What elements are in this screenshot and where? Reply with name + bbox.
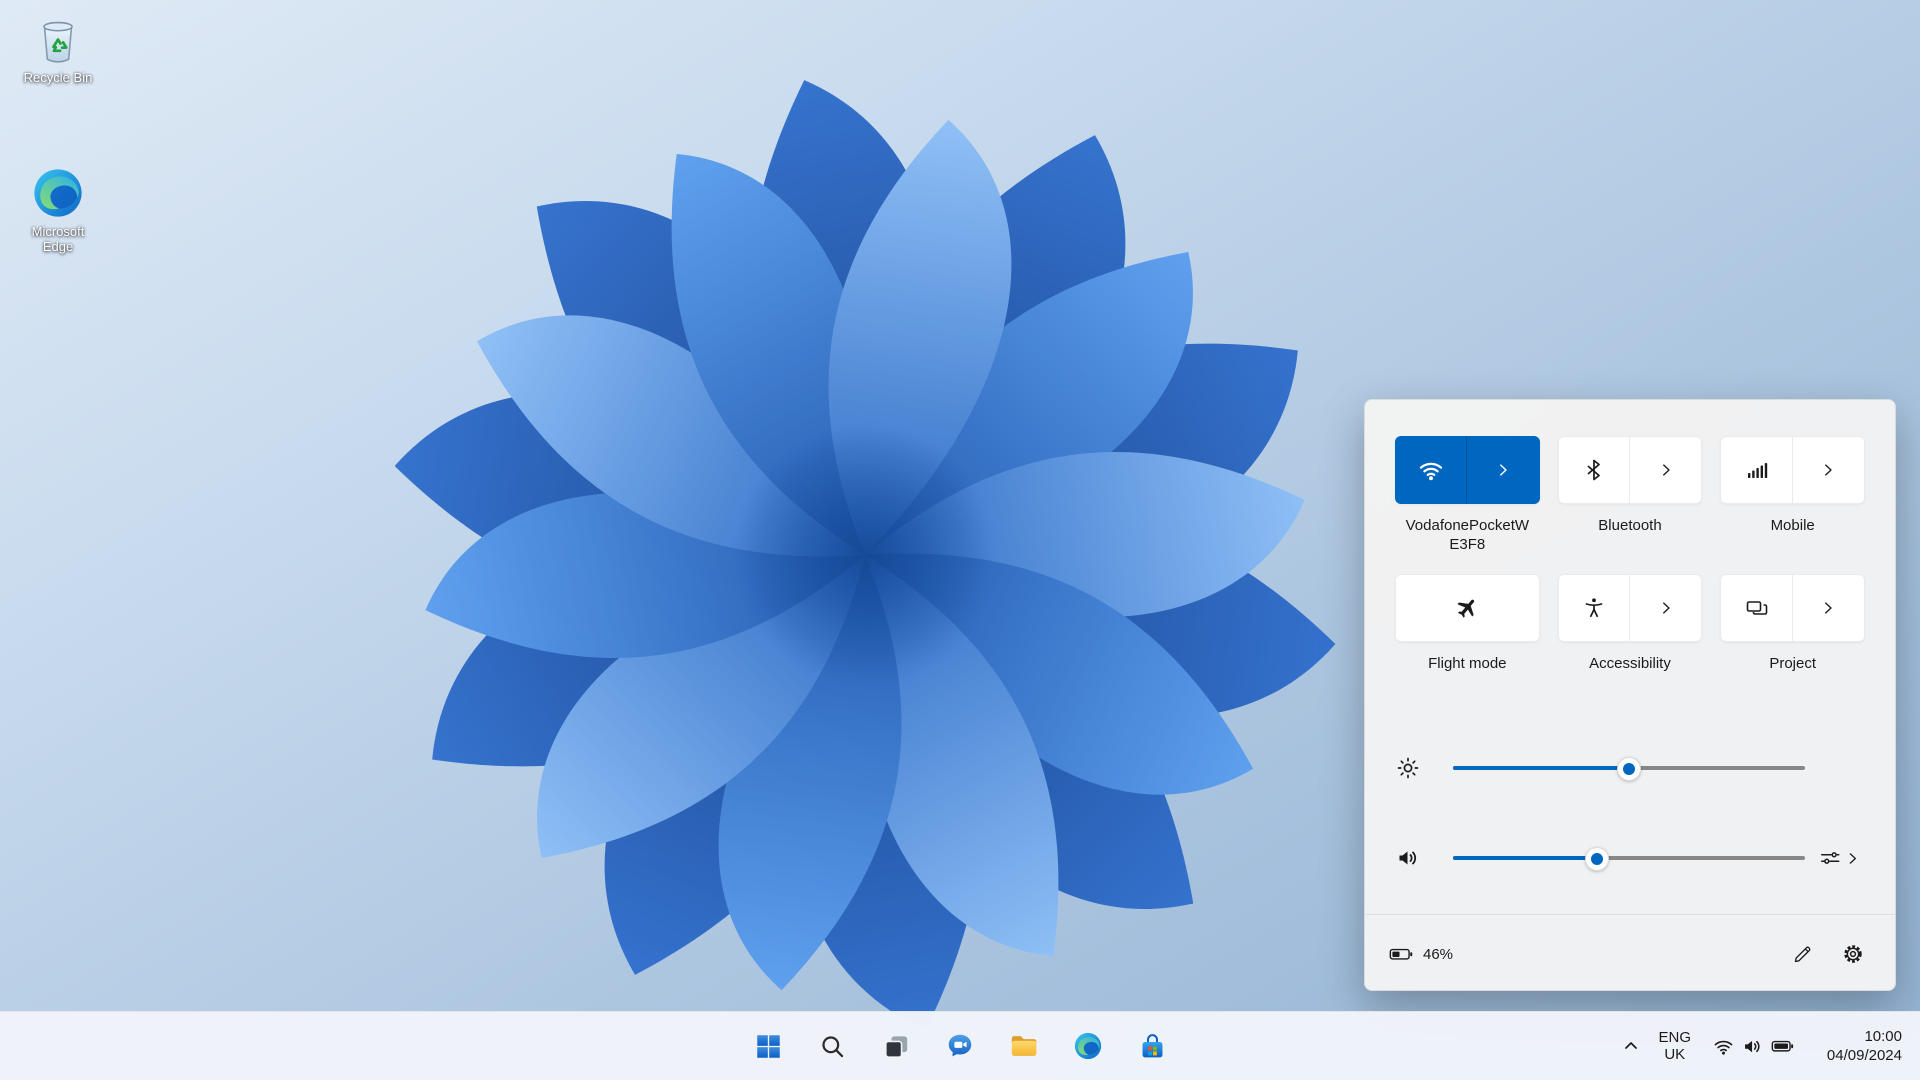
recycle-bin-icon xyxy=(31,12,85,66)
quick-setting-accessibility: Accessibility xyxy=(1558,574,1703,700)
chevron-right-icon xyxy=(1657,461,1675,479)
audio-output-icon xyxy=(1819,847,1841,869)
battery-percent-label: 46% xyxy=(1423,946,1453,963)
wifi-expand-button[interactable] xyxy=(1466,437,1538,503)
quick-settings-tiles: VodafonePocketW E3F8 Bluetooth xyxy=(1395,436,1865,700)
chat-icon xyxy=(945,1031,975,1061)
accessibility-tile xyxy=(1558,574,1703,642)
wifi-icon xyxy=(1418,457,1444,483)
wallpaper-bloom xyxy=(330,50,1400,1060)
accessibility-icon xyxy=(1582,596,1606,620)
project-button[interactable] xyxy=(1721,575,1791,641)
date-label: 04/09/2024 xyxy=(1814,1046,1902,1065)
desktop-icon-label: Microsoft Edge xyxy=(23,224,93,254)
desktop-icon-recycle-bin[interactable]: Recycle Bin xyxy=(10,12,106,85)
brightness-slider[interactable] xyxy=(1453,754,1805,782)
bluetooth-toggle-button[interactable] xyxy=(1559,437,1629,503)
chat-button[interactable] xyxy=(937,1023,983,1069)
flight-mode-tile-label: Flight mode xyxy=(1395,654,1540,700)
language-line1: ENG xyxy=(1658,1029,1691,1046)
edge-icon xyxy=(31,166,85,220)
wifi-toggle-button[interactable] xyxy=(1396,437,1466,503)
wifi-icon xyxy=(1713,1036,1734,1057)
brightness-icon xyxy=(1396,756,1420,780)
quick-setting-wifi: VodafonePocketW E3F8 xyxy=(1395,436,1540,562)
quick-setting-mobile: Mobile xyxy=(1720,436,1865,562)
microsoft-store-button[interactable] xyxy=(1129,1023,1175,1069)
start-button[interactable] xyxy=(745,1023,791,1069)
chevron-right-icon xyxy=(1657,599,1675,617)
search-icon xyxy=(819,1033,846,1060)
volume-icon xyxy=(1396,846,1420,870)
flight-mode-tile[interactable] xyxy=(1395,574,1540,642)
mobile-tile-label: Mobile xyxy=(1720,516,1865,562)
language-line2: UK xyxy=(1658,1046,1691,1063)
airplane-icon xyxy=(1455,596,1479,620)
clock[interactable]: 10:00 04/09/2024 xyxy=(1806,1023,1910,1069)
taskbar-center xyxy=(745,1012,1175,1080)
battery-status[interactable]: 46% xyxy=(1389,943,1453,965)
brightness-thumb[interactable] xyxy=(1617,757,1641,781)
search-button[interactable] xyxy=(809,1023,855,1069)
microsoft-store-icon xyxy=(1138,1032,1167,1061)
wifi-tile xyxy=(1395,436,1540,504)
chevron-right-icon xyxy=(1819,461,1837,479)
pencil-icon xyxy=(1793,944,1813,964)
edge-icon xyxy=(1073,1031,1103,1061)
edge-button[interactable] xyxy=(1065,1023,1111,1069)
audio-output-selector[interactable] xyxy=(1819,847,1865,869)
wifi-tile-label: VodafonePocketW E3F8 xyxy=(1395,516,1540,562)
system-tray: ENG UK 10:00 04/09/2024 xyxy=(1614,1012,1910,1080)
task-view-icon xyxy=(883,1033,910,1060)
bluetooth-tile-label: Bluetooth xyxy=(1558,516,1703,562)
chevron-right-icon xyxy=(1844,850,1861,867)
quick-settings-tray-button[interactable] xyxy=(1701,1023,1806,1069)
quick-settings-footer: 46% xyxy=(1365,914,1895,993)
mobile-tile xyxy=(1720,436,1865,504)
bluetooth-icon xyxy=(1582,458,1606,482)
quick-settings-panel: VodafonePocketW E3F8 Bluetooth xyxy=(1364,399,1896,991)
gear-icon xyxy=(1842,943,1864,965)
task-view-button[interactable] xyxy=(873,1023,919,1069)
time-label: 10:00 xyxy=(1814,1027,1902,1046)
quick-setting-flight-mode: Flight mode xyxy=(1395,574,1540,700)
flight-mode-toggle-button[interactable] xyxy=(1396,575,1539,641)
brightness-fill xyxy=(1453,766,1629,770)
volume-fill xyxy=(1453,856,1597,860)
windows-logo-icon xyxy=(755,1033,782,1060)
accessibility-tile-label: Accessibility xyxy=(1558,654,1703,700)
volume-row xyxy=(1395,844,1865,872)
edit-quick-settings-button[interactable] xyxy=(1783,936,1823,972)
volume-thumb[interactable] xyxy=(1585,847,1609,871)
cellular-icon xyxy=(1745,458,1769,482)
project-icon xyxy=(1745,596,1769,620)
desktop-icon-label: Recycle Bin xyxy=(10,70,106,85)
mobile-toggle-button[interactable] xyxy=(1721,437,1791,503)
taskbar: ENG UK 10:00 04/09/2024 xyxy=(0,1011,1920,1080)
quick-setting-bluetooth: Bluetooth xyxy=(1558,436,1703,562)
speaker-icon xyxy=(1742,1036,1763,1057)
bluetooth-expand-button[interactable] xyxy=(1629,437,1701,503)
project-tile-label: Project xyxy=(1720,654,1865,700)
chevron-up-icon xyxy=(1621,1036,1641,1056)
battery-icon xyxy=(1389,943,1414,965)
desktop-icon-microsoft-edge[interactable]: Microsoft Edge xyxy=(10,166,106,254)
project-tile xyxy=(1720,574,1865,642)
bluetooth-tile xyxy=(1558,436,1703,504)
battery-icon xyxy=(1771,1035,1794,1057)
file-explorer-icon xyxy=(1009,1031,1039,1061)
quick-setting-project: Project xyxy=(1720,574,1865,700)
show-hidden-icons-button[interactable] xyxy=(1614,1023,1648,1069)
language-indicator[interactable]: ENG UK xyxy=(1648,1023,1701,1069)
chevron-right-icon xyxy=(1819,599,1837,617)
file-explorer-button[interactable] xyxy=(1001,1023,1047,1069)
volume-slider[interactable] xyxy=(1453,844,1805,872)
accessibility-button[interactable] xyxy=(1559,575,1629,641)
project-expand-button[interactable] xyxy=(1792,575,1864,641)
accessibility-expand-button[interactable] xyxy=(1629,575,1701,641)
settings-button[interactable] xyxy=(1833,936,1873,972)
mobile-expand-button[interactable] xyxy=(1792,437,1864,503)
chevron-right-icon xyxy=(1494,461,1512,479)
brightness-row xyxy=(1395,754,1865,782)
